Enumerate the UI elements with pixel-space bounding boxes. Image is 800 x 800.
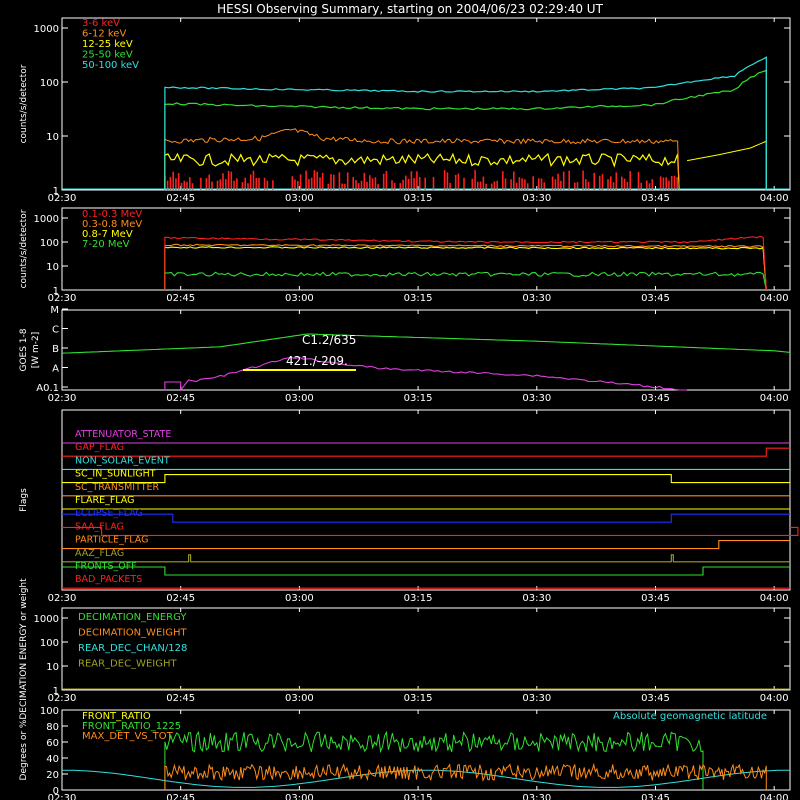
- x-tick-label: 03:00: [285, 693, 314, 704]
- x-tick-label: 02:45: [166, 593, 195, 604]
- flag-label-non-solar-event: NON_SOLAR_EVENT: [75, 455, 170, 466]
- y-tick-label: 1: [53, 286, 59, 297]
- y-tick-label: C: [52, 325, 59, 336]
- x-tick-label: 03:30: [522, 393, 551, 404]
- goes-annotation-flare: C1.2/635: [302, 333, 356, 347]
- goes-annotation-position: 421./-209.: [286, 354, 348, 368]
- x-tick-label: 03:45: [641, 393, 670, 404]
- chart-title: HESSI Observing Summary, starting on 200…: [217, 2, 603, 16]
- y-tick-label: 1000: [34, 614, 59, 625]
- x-tick-label: 04:00: [760, 393, 789, 404]
- flag-label-saa-flag: SAA_FLAG: [75, 521, 124, 532]
- x-tick-label: 03:45: [641, 593, 670, 604]
- flag-label-particle-flag: PARTICLE_FLAG: [75, 535, 148, 546]
- y-tick-label: 1000: [34, 24, 59, 35]
- y-tick-label: A: [52, 364, 59, 375]
- y-axis-label: DECIMATION ENERGY or weight: [19, 578, 29, 720]
- legend-rear-dec-chan-128: REAR_DEC_CHAN/128: [78, 643, 187, 654]
- y-axis-unit: [W m-2]: [31, 332, 41, 369]
- x-tick-label: 02:30: [48, 393, 77, 404]
- legend-6-12-kev: 6-12 keV: [82, 29, 126, 40]
- x-tick-label: 03:00: [285, 393, 314, 404]
- flag-label-fronts-off: FRONTS_OFF: [75, 561, 137, 572]
- y-axis-label: Degrees or %: [19, 719, 29, 780]
- x-tick-label: 03:30: [522, 593, 551, 604]
- legend-decimation-energy: DECIMATION_ENERGY: [78, 612, 187, 623]
- y-tick-label: 1000: [34, 214, 59, 225]
- x-tick-label: 03:30: [522, 693, 551, 704]
- x-tick-label: 03:45: [641, 793, 670, 800]
- y-axis-label: Flags: [19, 488, 29, 512]
- y-tick-label: 10: [46, 262, 59, 273]
- y-tick-label: 100: [40, 78, 59, 89]
- hessi-summary-chart: HESSI Observing Summary, starting on 200…: [0, 0, 800, 800]
- y-tick-label: M: [50, 305, 59, 316]
- y-tick-label: B: [52, 344, 59, 355]
- y-tick-label: 10: [46, 662, 59, 673]
- x-tick-label: 03:45: [641, 293, 670, 304]
- y-tick-label: 40: [46, 754, 59, 765]
- x-tick-label: 03:15: [404, 593, 433, 604]
- legend-decimation-weight: DECIMATION_WEIGHT: [78, 628, 187, 639]
- flag-label-bad-packets: BAD_PACKETS: [75, 574, 142, 585]
- y-tick-label: 100: [40, 638, 59, 649]
- flag-label-sc-in-sunlight: SC_IN_SUNLIGHT: [75, 469, 156, 480]
- x-tick-label: 02:45: [166, 393, 195, 404]
- legend-3-6-kev: 3-6 keV: [82, 18, 120, 29]
- x-tick-label: 04:00: [760, 293, 789, 304]
- x-tick-label: 03:30: [522, 193, 551, 204]
- y-tick-label: A0.1: [36, 383, 59, 394]
- x-tick-label: 03:30: [522, 793, 551, 800]
- legend-25-50-kev: 25-50 keV: [82, 50, 133, 61]
- y-tick-label: 100: [40, 706, 59, 717]
- legend-rear-dec-weight: REAR_DEC_WEIGHT: [78, 659, 177, 670]
- x-tick-label: 02:45: [166, 293, 195, 304]
- flag-label-flare-flag: FLARE_FLAG: [75, 495, 135, 506]
- x-tick-label: 04:00: [760, 193, 789, 204]
- x-tick-label: 02:30: [48, 593, 77, 604]
- x-tick-label: 03:00: [285, 793, 314, 800]
- x-tick-label: 03:15: [404, 393, 433, 404]
- flag-label-sc-transmitter: SC_TRANSMITTER: [75, 482, 160, 493]
- flag-label-gap-flag: GAP_FLAG: [75, 442, 124, 453]
- annotation-geomagnetic-latitude: Absolute geomagnetic latitude: [613, 711, 767, 722]
- y-tick-label: 1: [53, 186, 59, 197]
- flag-label-aaz-flag: AAZ_FLAG: [75, 548, 124, 559]
- flag-label-attenuator-state: ATTENUATOR_STATE: [75, 429, 171, 440]
- x-tick-label: 03:30: [522, 293, 551, 304]
- x-tick-label: 02:45: [166, 693, 195, 704]
- y-tick-label: 100: [40, 238, 59, 249]
- y-tick-label: 80: [46, 722, 59, 733]
- y-tick-label: 0: [53, 786, 59, 797]
- legend-max-det-vs-tot: MAX_DET_VS_TOT: [82, 731, 174, 742]
- y-tick-label: 1: [53, 686, 59, 697]
- y-axis-label: counts/s/detector: [19, 209, 29, 288]
- y-tick-label: 10: [46, 132, 59, 143]
- y-axis-label: GOES 1-8: [19, 328, 29, 371]
- x-tick-label: 03:15: [404, 793, 433, 800]
- x-tick-label: 03:45: [641, 193, 670, 204]
- y-tick-label: 60: [46, 738, 59, 749]
- flag-label-eclipse-flag: ECLIPSE_FLAG: [75, 508, 143, 519]
- x-tick-label: 04:00: [760, 693, 789, 704]
- x-tick-label: 03:15: [404, 293, 433, 304]
- y-axis-label: counts/s/detector: [19, 64, 29, 143]
- x-tick-label: 02:45: [166, 793, 195, 800]
- x-tick-label: 03:00: [285, 293, 314, 304]
- x-tick-label: 04:00: [760, 793, 789, 800]
- x-tick-label: 03:45: [641, 693, 670, 704]
- legend-12-25-kev: 12-25 keV: [82, 39, 133, 50]
- x-tick-label: 03:15: [404, 193, 433, 204]
- x-tick-label: 03:00: [285, 193, 314, 204]
- y-tick-label: 20: [46, 770, 59, 781]
- x-tick-label: 03:00: [285, 593, 314, 604]
- x-tick-label: 02:45: [166, 193, 195, 204]
- x-tick-label: 03:15: [404, 693, 433, 704]
- legend-50-100-kev: 50-100 keV: [82, 60, 139, 71]
- x-tick-label: 04:00: [760, 593, 789, 604]
- legend-7-20-mev: 7-20 MeV: [82, 239, 130, 250]
